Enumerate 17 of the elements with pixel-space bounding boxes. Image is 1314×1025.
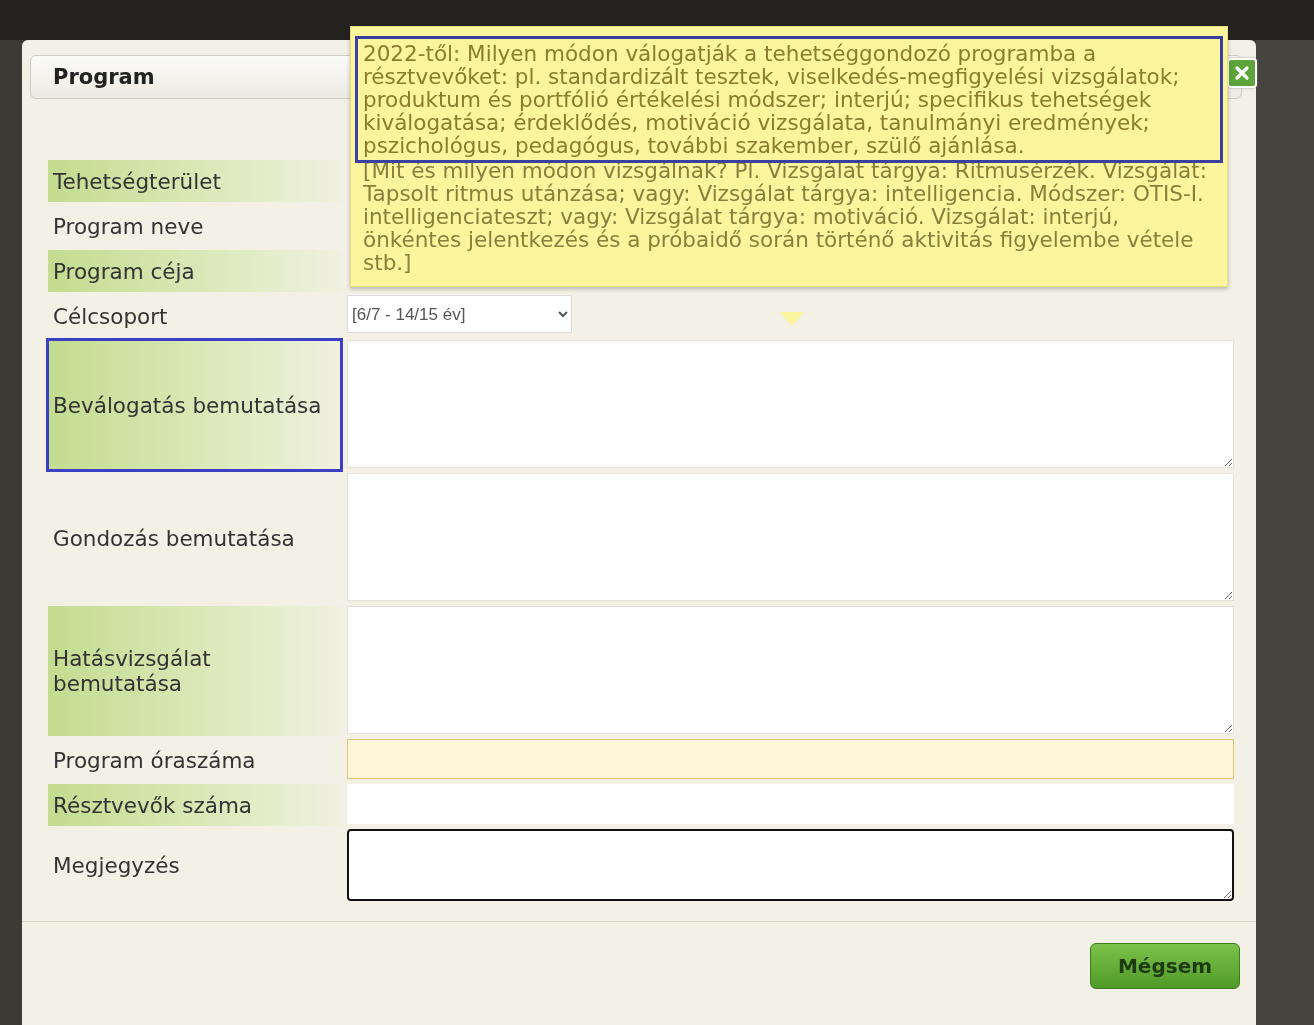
field-label: Tehetségterület bbox=[48, 160, 341, 202]
close-icon[interactable] bbox=[1227, 58, 1257, 88]
field-label: Beválogatás bemutatása bbox=[48, 340, 341, 470]
field-label: Megjegyzés bbox=[52, 851, 181, 880]
tooltip-pointer bbox=[780, 312, 804, 326]
field-label: Gondozás bemutatása bbox=[52, 524, 296, 553]
field-label: Résztvevők száma bbox=[48, 784, 341, 826]
input-field[interactable] bbox=[347, 739, 1234, 779]
text-area[interactable] bbox=[347, 829, 1234, 901]
dialog-title: Program bbox=[53, 65, 155, 89]
field-label: Célcsoport bbox=[52, 302, 169, 331]
field-label: Program óraszáma bbox=[52, 746, 257, 775]
cancel-button[interactable]: Mégsem bbox=[1090, 943, 1240, 989]
field-label: Program céja bbox=[48, 250, 341, 292]
dropdown[interactable]: [6/7 - 14/15 év] bbox=[347, 295, 572, 333]
field-label: Program neve bbox=[52, 212, 205, 241]
field-label: Hatásvizsgálat bemutatása bbox=[48, 606, 341, 736]
